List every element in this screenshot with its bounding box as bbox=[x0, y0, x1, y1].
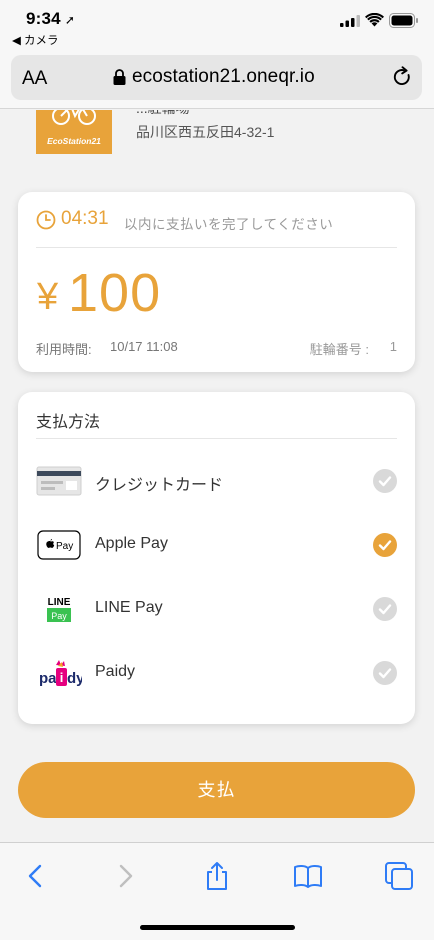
page-content: EcoStation21 ...駐輪場 品川区西五反田4-32-1 04:31 … bbox=[0, 110, 434, 842]
reload-icon[interactable] bbox=[391, 66, 413, 88]
status-bar: 9:34 ➚ ◀ カメラ bbox=[0, 0, 434, 50]
wifi-icon bbox=[365, 13, 384, 27]
check-on-icon[interactable] bbox=[373, 533, 397, 557]
divider bbox=[36, 438, 397, 439]
bicycle-icon bbox=[52, 110, 96, 125]
home-indicator bbox=[140, 925, 295, 930]
browser-toolbar bbox=[0, 842, 434, 940]
svg-text:Pay: Pay bbox=[51, 611, 67, 621]
payment-method-line-pay[interactable]: LINE Pay LINE Pay bbox=[18, 582, 415, 634]
paidy-icon: pa i dy bbox=[39, 660, 82, 687]
status-time: 9:34 ➚ bbox=[26, 9, 76, 28]
countdown-timer: 04:31 bbox=[61, 208, 109, 229]
apple-pay-icon: Pay bbox=[37, 530, 81, 560]
payment-method-paidy[interactable]: pa i dy Paidy bbox=[18, 646, 415, 698]
url-field[interactable]: AA ecostation21.oneqr.io bbox=[11, 55, 422, 100]
svg-text:Pay: Pay bbox=[56, 541, 73, 552]
tabs-icon[interactable] bbox=[384, 861, 414, 891]
browser-address-bar: AA ecostation21.oneqr.io bbox=[0, 50, 434, 109]
payment-method-apple-pay[interactable]: Pay Apple Pay bbox=[18, 518, 415, 570]
payment-method-label: クレジットカード bbox=[95, 477, 224, 494]
back-to-app-link[interactable]: ◀ カメラ bbox=[12, 32, 59, 48]
station-name: ...駐輪場 bbox=[136, 110, 190, 118]
svg-text:pa: pa bbox=[39, 670, 57, 687]
payment-method-credit-card[interactable]: クレジットカード bbox=[18, 454, 415, 506]
divider bbox=[36, 247, 397, 248]
timer-note: 以内に支払いを完了してください bbox=[124, 217, 334, 232]
lock-icon bbox=[113, 69, 126, 85]
bookmarks-icon[interactable] bbox=[293, 861, 323, 891]
cellular-signal-icon bbox=[340, 15, 360, 27]
svg-text:dy: dy bbox=[67, 670, 82, 687]
payment-summary-card: 04:31 以内に支払いを完了してください ¥ 100 利用時間: 10/17 … bbox=[18, 192, 415, 372]
share-icon[interactable] bbox=[202, 861, 232, 891]
payment-methods-card: 支払方法 クレジットカード Pay Apple Pay LINE Pay LIN… bbox=[18, 392, 415, 724]
check-off-icon[interactable] bbox=[373, 661, 397, 685]
forward-chevron-icon[interactable] bbox=[110, 861, 140, 891]
svg-text:i: i bbox=[60, 670, 64, 685]
payment-amount: 100 bbox=[68, 263, 162, 323]
usage-time-label: 利用時間: bbox=[36, 342, 92, 357]
clock-icon bbox=[36, 210, 56, 230]
line-pay-icon: LINE Pay bbox=[47, 597, 71, 622]
logo-text: EcoStation21 bbox=[47, 136, 101, 146]
battery-icon bbox=[389, 13, 418, 28]
usage-time-value: 10/17 11:08 bbox=[110, 339, 178, 354]
currency-symbol: ¥ bbox=[37, 276, 59, 318]
back-chevron-icon[interactable] bbox=[21, 861, 51, 891]
slot-number-label: 駐輪番号 : bbox=[309, 342, 369, 357]
pay-button[interactable]: 支払 bbox=[18, 762, 415, 818]
url-text: ecostation21.oneqr.io bbox=[132, 66, 315, 87]
station-address: 品川区西五反田4-32-1 bbox=[136, 124, 275, 140]
payment-method-label: Apple Pay bbox=[95, 535, 168, 552]
svg-text:LINE: LINE bbox=[48, 597, 71, 608]
station-logo: EcoStation21 bbox=[36, 110, 112, 154]
payment-method-label: Paidy bbox=[95, 663, 136, 680]
check-off-icon[interactable] bbox=[373, 597, 397, 621]
check-off-icon[interactable] bbox=[373, 469, 397, 493]
payment-method-label: LINE Pay bbox=[95, 599, 163, 616]
location-arrow-icon: ➚ bbox=[64, 13, 76, 27]
slot-number-value: 1 bbox=[389, 339, 397, 354]
credit-card-icon bbox=[36, 466, 82, 496]
reader-options-button[interactable]: AA bbox=[22, 68, 47, 90]
payment-methods-title: 支払方法 bbox=[36, 414, 101, 431]
